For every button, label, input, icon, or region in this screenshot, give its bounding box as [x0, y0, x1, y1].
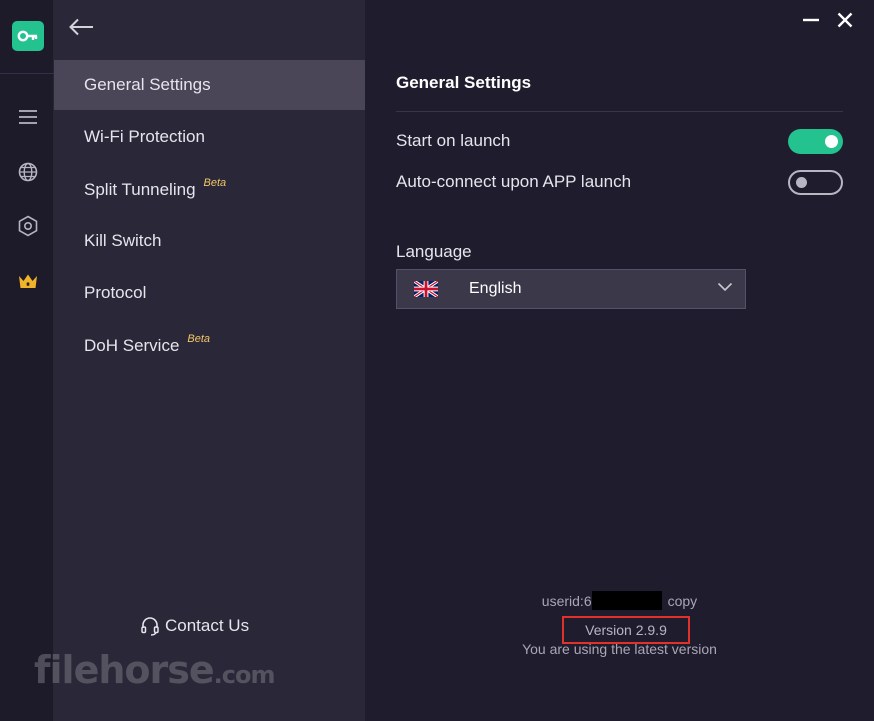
menu-item-kill-switch[interactable]: Kill Switch	[54, 216, 365, 266]
menu-item-split-tunneling[interactable]: Split Tunneling Beta	[54, 165, 365, 215]
setting-auto-connect: Auto-connect upon APP launch	[396, 167, 843, 197]
toggle-knob	[796, 176, 807, 188]
back-arrow-icon[interactable]	[66, 12, 96, 42]
beta-badge: Beta	[203, 177, 227, 189]
contact-us-label: Contact Us	[165, 616, 250, 635]
userid-row: userid:6 copy	[365, 591, 874, 610]
toggle-knob	[825, 134, 838, 148]
crown-icon[interactable]	[15, 268, 41, 294]
menu-item-general-settings[interactable]: General Settings	[54, 60, 365, 110]
userid-label: userid:6	[541, 592, 592, 609]
contact-us-link[interactable]: Contact Us	[140, 616, 249, 636]
page-title: General Settings	[396, 73, 532, 92]
menu-item-label: Kill Switch	[84, 231, 162, 250]
menu-item-label: General Settings	[84, 75, 211, 94]
watermark-suffix: .com	[213, 661, 276, 689]
auto-connect-toggle[interactable]	[788, 169, 843, 195]
watermark-main: filehorse	[34, 648, 215, 692]
icon-rail	[0, 0, 54, 721]
menu-item-doh-service[interactable]: DoH Service Beta	[54, 321, 365, 371]
rail-divider	[0, 73, 54, 74]
hexagon-settings-icon[interactable]	[15, 213, 41, 239]
menu-item-wifi-protection[interactable]: Wi-Fi Protection	[54, 112, 365, 162]
setting-label: Start on launch	[396, 131, 511, 150]
update-status: You are using the latest version	[522, 641, 717, 657]
menu-item-label: Wi-Fi Protection	[84, 127, 205, 146]
language-value: English	[469, 280, 522, 297]
copy-userid-button[interactable]: copy	[668, 593, 698, 609]
filehorse-watermark: filehorse.com	[34, 648, 275, 692]
title-divider	[396, 111, 843, 112]
language-label: Language	[396, 242, 472, 261]
language-select[interactable]: English	[396, 269, 746, 309]
vpn-key-icon[interactable]	[12, 21, 44, 51]
menu-item-protocol[interactable]: Protocol	[54, 268, 365, 318]
globe-icon[interactable]	[15, 159, 41, 185]
userid-redacted	[591, 591, 662, 610]
settings-menu: General Settings Wi-Fi Protection Split …	[54, 0, 365, 721]
minimize-icon[interactable]	[799, 8, 823, 32]
headset-icon	[141, 617, 159, 636]
main-panel: General Settings Start on launch Auto-co…	[365, 0, 874, 721]
menu-item-label: DoH Service	[84, 336, 180, 355]
start-on-launch-toggle[interactable]	[788, 128, 843, 154]
setting-label: Auto-connect upon APP launch	[396, 172, 632, 191]
setting-start-on-launch: Start on launch	[396, 126, 843, 156]
beta-badge: Beta	[187, 333, 211, 345]
menu-icon[interactable]	[15, 104, 41, 130]
close-icon[interactable]	[833, 8, 857, 32]
menu-item-label: Protocol	[84, 283, 147, 302]
menu-item-label: Split Tunneling	[84, 180, 196, 199]
uk-flag-icon	[414, 281, 438, 297]
version-label: Version 2.9.9	[562, 616, 690, 644]
chevron-down-icon	[717, 282, 733, 292]
